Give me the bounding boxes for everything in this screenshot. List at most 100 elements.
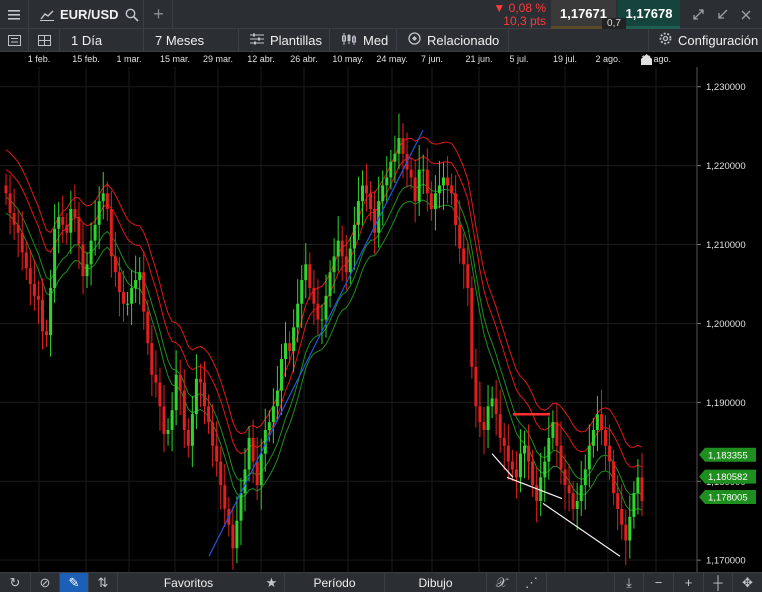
disable-button[interactable]: ⊘: [31, 573, 60, 592]
fit-button[interactable]: ✥: [733, 573, 762, 592]
date-tick-label: 10 may.: [332, 54, 364, 64]
candle-body: [312, 287, 316, 304]
candle-body: [429, 193, 433, 210]
related-button[interactable]: Relacionado: [398, 29, 509, 51]
candle-body: [251, 437, 255, 462]
candle-body: [235, 520, 239, 549]
candle-body: [510, 461, 514, 470]
search-icon[interactable]: [125, 8, 139, 22]
y-tick-label: 1,210000: [706, 240, 746, 251]
candle-body: [150, 343, 154, 375]
zoom-out-button[interactable]: −: [644, 573, 674, 592]
candle-body: [8, 193, 12, 213]
period-button[interactable]: Período: [285, 573, 385, 592]
favorites-button[interactable]: Favoritos: [118, 573, 259, 592]
date-tick-label: 2 ago.: [595, 54, 621, 64]
candle-body: [519, 453, 522, 478]
external-link-icon[interactable]: [714, 7, 730, 23]
candle-body: [316, 303, 320, 320]
compare-button[interactable]: ⋰: [517, 573, 547, 592]
buy-price-button[interactable]: 1,17678: [618, 0, 680, 29]
candle-body: [61, 216, 65, 225]
related-label: Relacionado: [427, 32, 500, 48]
favorites-star-button[interactable]: ★: [259, 573, 285, 592]
candle-body: [24, 252, 28, 269]
price-chart[interactable]: 1,230000 1,220000 1,210000 1,200000 1,190000…: [0, 67, 762, 572]
candle-body: [134, 280, 138, 288]
candle-body: [105, 193, 109, 210]
candle-body: [324, 295, 328, 320]
candle-body: [49, 287, 53, 336]
layout-list-button[interactable]: [0, 29, 29, 51]
candlestick-icon: [341, 32, 357, 48]
crosshair-button[interactable]: ┼: [704, 573, 733, 592]
settings-button[interactable]: Configuración: [648, 29, 762, 51]
candle-body: [292, 327, 296, 352]
zoom-in-button[interactable]: +: [674, 573, 704, 592]
candle-body: [69, 209, 73, 233]
price-label-text: 1,180582: [708, 472, 748, 483]
move-mode-button[interactable]: ⇅: [89, 573, 118, 592]
candle-body: [41, 299, 44, 332]
candle-body: [470, 287, 474, 367]
chart-type-label: Med: [363, 32, 389, 48]
menu-icon: [8, 9, 20, 20]
ban-icon: ⊘: [39, 574, 51, 590]
candle-body: [381, 185, 385, 202]
draw-mode-button[interactable]: ✎: [60, 573, 89, 592]
favorites-label: Favoritos: [163, 575, 214, 590]
price-change: ▼ 0,08 % 10,3 pts: [488, 0, 550, 29]
fx-icon: 𝒳: [495, 574, 508, 590]
indicator-button[interactable]: 𝒳: [487, 573, 517, 592]
envelope-line: [5, 199, 643, 512]
date-tick-label: 7 jun.: [420, 54, 444, 64]
reset-zoom-button[interactable]: ⤓: [614, 573, 644, 592]
window-controls: [682, 0, 762, 29]
candle-body: [154, 374, 158, 383]
date-tick-label: 19 jul.: [552, 54, 578, 64]
candle-body: [203, 382, 206, 407]
candle-body: [454, 193, 458, 225]
candle-body: [28, 268, 32, 284]
candle-body: [348, 248, 352, 273]
layout-grid-button[interactable]: [30, 29, 60, 51]
candle-body: [158, 382, 162, 407]
candle-body: [65, 224, 69, 233]
plus-icon: +: [153, 4, 164, 24]
templates-button[interactable]: Plantillas: [240, 29, 330, 51]
list-icon: [7, 34, 21, 46]
candle-body: [587, 445, 591, 470]
candle-body: [356, 201, 360, 225]
candle-body: [632, 493, 636, 517]
candle-body: [369, 193, 373, 210]
candle-body: [77, 216, 81, 245]
candle-body: [385, 177, 389, 186]
candle-body: [620, 508, 624, 525]
minus-icon: −: [654, 575, 663, 590]
candle-body: [413, 177, 417, 202]
candle-body: [502, 437, 506, 446]
expand-icon[interactable]: [690, 7, 706, 23]
symbol-tab[interactable]: EUR/USD: [30, 0, 144, 29]
chart-type-selector[interactable]: Med: [331, 29, 397, 51]
candle-body: [397, 138, 401, 154]
interval-selector[interactable]: 1 Día: [61, 29, 144, 51]
menu-button[interactable]: [0, 0, 29, 29]
close-icon[interactable]: [738, 7, 754, 23]
candle-body: [182, 390, 186, 430]
candle-body: [628, 516, 632, 541]
candle-body: [267, 422, 271, 430]
candle-body: [616, 493, 620, 509]
candle-body: [170, 410, 174, 430]
add-tab-button[interactable]: +: [145, 0, 173, 29]
candle-body: [93, 224, 97, 241]
candle-body: [308, 264, 312, 288]
candle-body: [450, 185, 454, 194]
price-label-text: 1,183355: [708, 450, 748, 461]
plus-icon: +: [684, 575, 693, 590]
range-selector[interactable]: 7 Meses: [145, 29, 239, 51]
candle-body: [328, 272, 332, 296]
refresh-button[interactable]: ↻: [0, 573, 31, 592]
drawing-button[interactable]: Dibujo: [385, 573, 487, 592]
y-tick-label: 1,220000: [706, 161, 746, 172]
